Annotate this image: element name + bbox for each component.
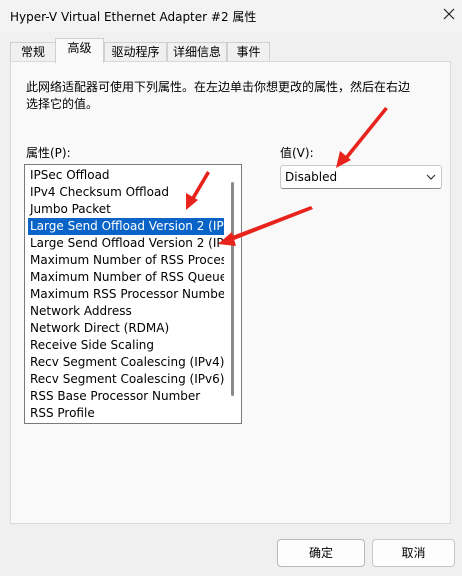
- value-dropdown[interactable]: Disabled: [280, 165, 442, 189]
- tab-events[interactable]: 事件: [227, 42, 270, 62]
- property-label: 属性(P):: [26, 146, 71, 160]
- chevron-down-icon: [426, 174, 436, 180]
- property-item[interactable]: Receive Side Scaling: [28, 337, 224, 354]
- property-item-selected[interactable]: Large Send Offload Version 2 (IPv4): [28, 218, 224, 235]
- property-item[interactable]: RSS Base Processor Number: [28, 388, 224, 405]
- tab-details[interactable]: 详细信息: [167, 42, 227, 62]
- cancel-button[interactable]: 取消: [372, 539, 455, 567]
- property-item[interactable]: IPSec Offload: [28, 167, 224, 184]
- property-item[interactable]: RSS Profile: [28, 405, 224, 422]
- title-bar: Hyper-V Virtual Ethernet Adapter #2 属性: [0, 0, 462, 32]
- property-list[interactable]: IPSec Offload IPv4 Checksum Offload Jumb…: [24, 164, 242, 424]
- property-item[interactable]: Recv Segment Coalescing (IPv4): [28, 354, 224, 371]
- property-item[interactable]: Recv Segment Coalescing (IPv6): [28, 371, 224, 388]
- property-item[interactable]: Maximum Number of RSS Queues: [28, 269, 224, 286]
- tab-general[interactable]: 常规: [10, 42, 56, 62]
- tab-advanced[interactable]: 高级: [55, 38, 104, 63]
- description-text: 此网络适配器可使用下列属性。在左边单击你想更改的属性，然后在右边选择它的值。: [26, 80, 411, 111]
- value-label: 值(V):: [280, 146, 314, 160]
- ok-button[interactable]: 确定: [277, 539, 365, 567]
- tab-strip: 常规 高级 驱动程序 详细信息 事件: [0, 38, 462, 63]
- property-item[interactable]: Maximum Number of RSS Processors: [28, 252, 224, 269]
- property-item[interactable]: Jumbo Packet: [28, 201, 224, 218]
- value-dropdown-text: Disabled: [285, 170, 338, 184]
- property-item[interactable]: Network Direct (RDMA): [28, 320, 224, 337]
- property-item[interactable]: IPv4 Checksum Offload: [28, 184, 224, 201]
- property-item[interactable]: Network Address: [28, 303, 224, 320]
- property-item[interactable]: Large Send Offload Version 2 (IPv6): [28, 235, 224, 252]
- close-icon[interactable]: [438, 3, 460, 25]
- list-scrollbar[interactable]: [231, 182, 234, 396]
- property-item[interactable]: Maximum RSS Processor Number: [28, 286, 224, 303]
- window-title: Hyper-V Virtual Ethernet Adapter #2 属性: [10, 10, 257, 24]
- tab-driver[interactable]: 驱动程序: [104, 42, 167, 62]
